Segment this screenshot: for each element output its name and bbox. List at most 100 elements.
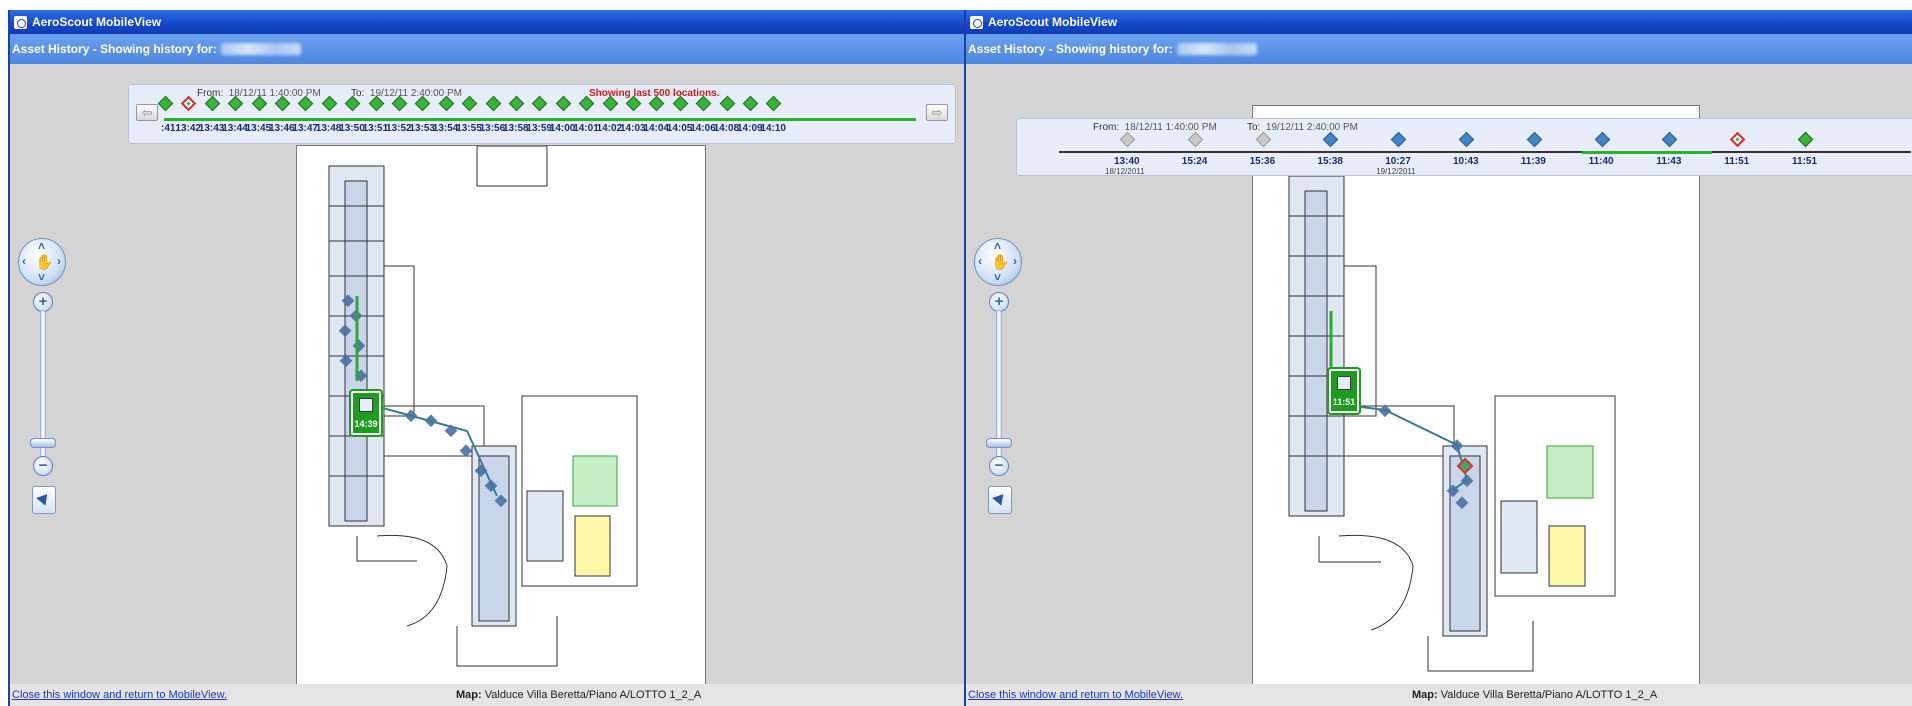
timeline-next-button[interactable]: ⇨ [926, 104, 948, 121]
timeline-tick-label: 13:43 [198, 123, 225, 134]
position-time: 14:39 [354, 419, 378, 429]
timeline-tick-label: 13:40 [1114, 156, 1140, 167]
map-navigation-control: ˄ ˅ ‹ › ✋ + − [18, 238, 72, 528]
pan-hand-icon: ✋ [35, 254, 54, 271]
timeline-tick-label: :41 [161, 123, 176, 134]
timeline-tick-label: 15:36 [1249, 156, 1276, 167]
pan-hand-icon: ✋ [991, 254, 1010, 271]
zoom-in-icon[interactable]: + [989, 292, 1009, 312]
timeline-tick-label: 14:05 [666, 123, 693, 134]
asset-icon [1337, 376, 1351, 390]
zoom-out-icon[interactable]: − [989, 456, 1009, 476]
timeline-marker[interactable] [1119, 131, 1136, 148]
timeline-axis [1059, 151, 1911, 153]
timeline-marker[interactable] [157, 95, 174, 112]
timeline-tick-label: 14:00 [549, 123, 576, 134]
timeline-tick-label: 15:24 [1181, 156, 1208, 167]
window-titlebar: AeroScout MobileView [966, 10, 1912, 34]
timeline-tick-label: 13:50 [339, 123, 365, 134]
asset-history-window-right: AeroScout MobileView Asset History - Sho… [964, 10, 1912, 706]
asset-history-window-left: AeroScout MobileView Asset History - Sho… [8, 10, 966, 706]
timeline-prev-button[interactable]: ⇦ [136, 104, 158, 121]
zoom-slider-thumb[interactable] [986, 438, 1012, 448]
window-title: AeroScout MobileView [32, 15, 162, 29]
timeline-marker[interactable] [1797, 131, 1814, 148]
timeline-marker[interactable] [766, 95, 782, 112]
timeline-tick-label: 13:53 [409, 123, 435, 134]
timeline-marker[interactable] [742, 95, 759, 112]
timeline-tick-label: 14:04 [643, 123, 669, 134]
pan-up-icon[interactable]: ˄ [994, 239, 1001, 253]
map-name: Map: Valduce Villa Beretta/Piano A/LOTTO… [1412, 689, 1658, 701]
timeline-marker[interactable] [508, 95, 525, 112]
timeline-marker[interactable] [1323, 131, 1339, 148]
timeline-marker[interactable] [719, 95, 735, 112]
timeline-marker[interactable] [1187, 131, 1204, 148]
timeline-tick-label: 13:56 [479, 123, 506, 134]
pan-down-icon[interactable]: ˅ [994, 270, 1001, 284]
timeline-marker[interactable] [532, 95, 548, 112]
timeline-marker[interactable] [1526, 131, 1543, 148]
timeline-track [164, 118, 916, 121]
zoom-in-icon[interactable]: + [33, 292, 53, 312]
pan-right-icon[interactable]: › [57, 254, 61, 268]
timeline-panel: ⇦ ⇨ From: 18/12/11 1:40:00 PM To: 19/12/… [128, 84, 956, 144]
timeline-tick-label: 13:55 [456, 123, 482, 134]
zoom-out-icon[interactable]: − [33, 456, 53, 476]
timeline-tick-label: 14:10 [760, 123, 786, 134]
window-title: AeroScout MobileView [988, 15, 1118, 29]
timeline-tick-label: 13:47 [292, 123, 318, 134]
close-window-link[interactable]: Close this window and return to MobileVi… [968, 689, 1183, 701]
floor-map[interactable]: 11:51 [1252, 105, 1700, 687]
pan-left-icon[interactable]: ‹ [22, 254, 26, 268]
timeline-date-label: 18/12/2011 [1105, 167, 1145, 176]
timeline-marker-current[interactable] [181, 95, 197, 112]
timeline-marker[interactable] [321, 95, 338, 112]
timeline-marker[interactable] [555, 95, 572, 112]
asset-icon [359, 398, 373, 412]
timeline-tick-label: 13:59 [526, 123, 552, 134]
current-position-badge[interactable]: 14:39 [349, 389, 383, 437]
timeline-marker[interactable] [1390, 131, 1407, 148]
window-footer: Close this window and return to MobileVi… [966, 684, 1912, 706]
timeline-from: From: 18/12/11 1:40:00 PM [1093, 122, 1217, 133]
pan-left-icon[interactable]: ‹ [978, 254, 982, 268]
timeline-tick-label: 13:54 [432, 123, 459, 134]
header-text: Asset History - Showing history for: [12, 42, 217, 56]
timeline-tick-label: 15:38 [1317, 156, 1343, 167]
pan-control[interactable]: ˄ ˅ ‹ › ✋ [974, 238, 1022, 286]
pan-control[interactable]: ˄ ˅ ‹ › ✋ [18, 238, 66, 286]
timeline-tick-label: 14:03 [620, 123, 646, 134]
window-footer: Close this window and return to MobileVi… [10, 684, 964, 706]
timeline-tick-label: 13:45 [245, 123, 272, 134]
redacted-asset-name [1176, 43, 1257, 55]
pan-down-icon[interactable]: ˅ [38, 270, 45, 284]
pan-up-icon[interactable]: ˄ [38, 239, 45, 253]
timeline-tick-label: 13:58 [503, 123, 529, 134]
floor-map[interactable]: 14:39 [296, 145, 706, 688]
timeline-marker[interactable] [461, 95, 478, 112]
timeline-tick-label: 11:43 [1656, 156, 1682, 167]
asset-history-header: Asset History - Showing history for: [10, 34, 964, 64]
map-name: Map: Valduce Villa Beretta/Piano A/LOTTO… [456, 689, 702, 701]
timeline-marker[interactable] [1255, 131, 1271, 148]
timeline-marker[interactable] [1594, 131, 1610, 148]
timeline-tick-label: 10:43 [1453, 156, 1479, 167]
close-window-link[interactable]: Close this window and return to MobileVi… [12, 689, 227, 701]
pan-right-icon[interactable]: › [1013, 254, 1017, 268]
current-position-badge[interactable]: 11:51 [1327, 367, 1361, 415]
timeline-tick-label: 11:51 [1724, 156, 1750, 167]
select-pointer-icon[interactable] [988, 486, 1012, 514]
select-pointer-icon[interactable] [32, 486, 56, 514]
timeline-tick-label: 14:08 [713, 123, 740, 134]
timeline-tick-label: 13:51 [362, 123, 389, 134]
timeline-marker-current[interactable] [1729, 131, 1746, 148]
zoom-slider-thumb[interactable] [30, 438, 56, 448]
timeline-tick-label: 14:02 [596, 123, 623, 134]
timeline-marker[interactable] [485, 95, 501, 112]
timeline-marker[interactable] [1662, 131, 1678, 148]
position-time: 11:51 [1332, 397, 1356, 407]
header-text: Asset History - Showing history for: [968, 42, 1173, 56]
timeline-marker[interactable] [1458, 131, 1475, 148]
right-arrow-icon: ⇨ [931, 104, 943, 120]
